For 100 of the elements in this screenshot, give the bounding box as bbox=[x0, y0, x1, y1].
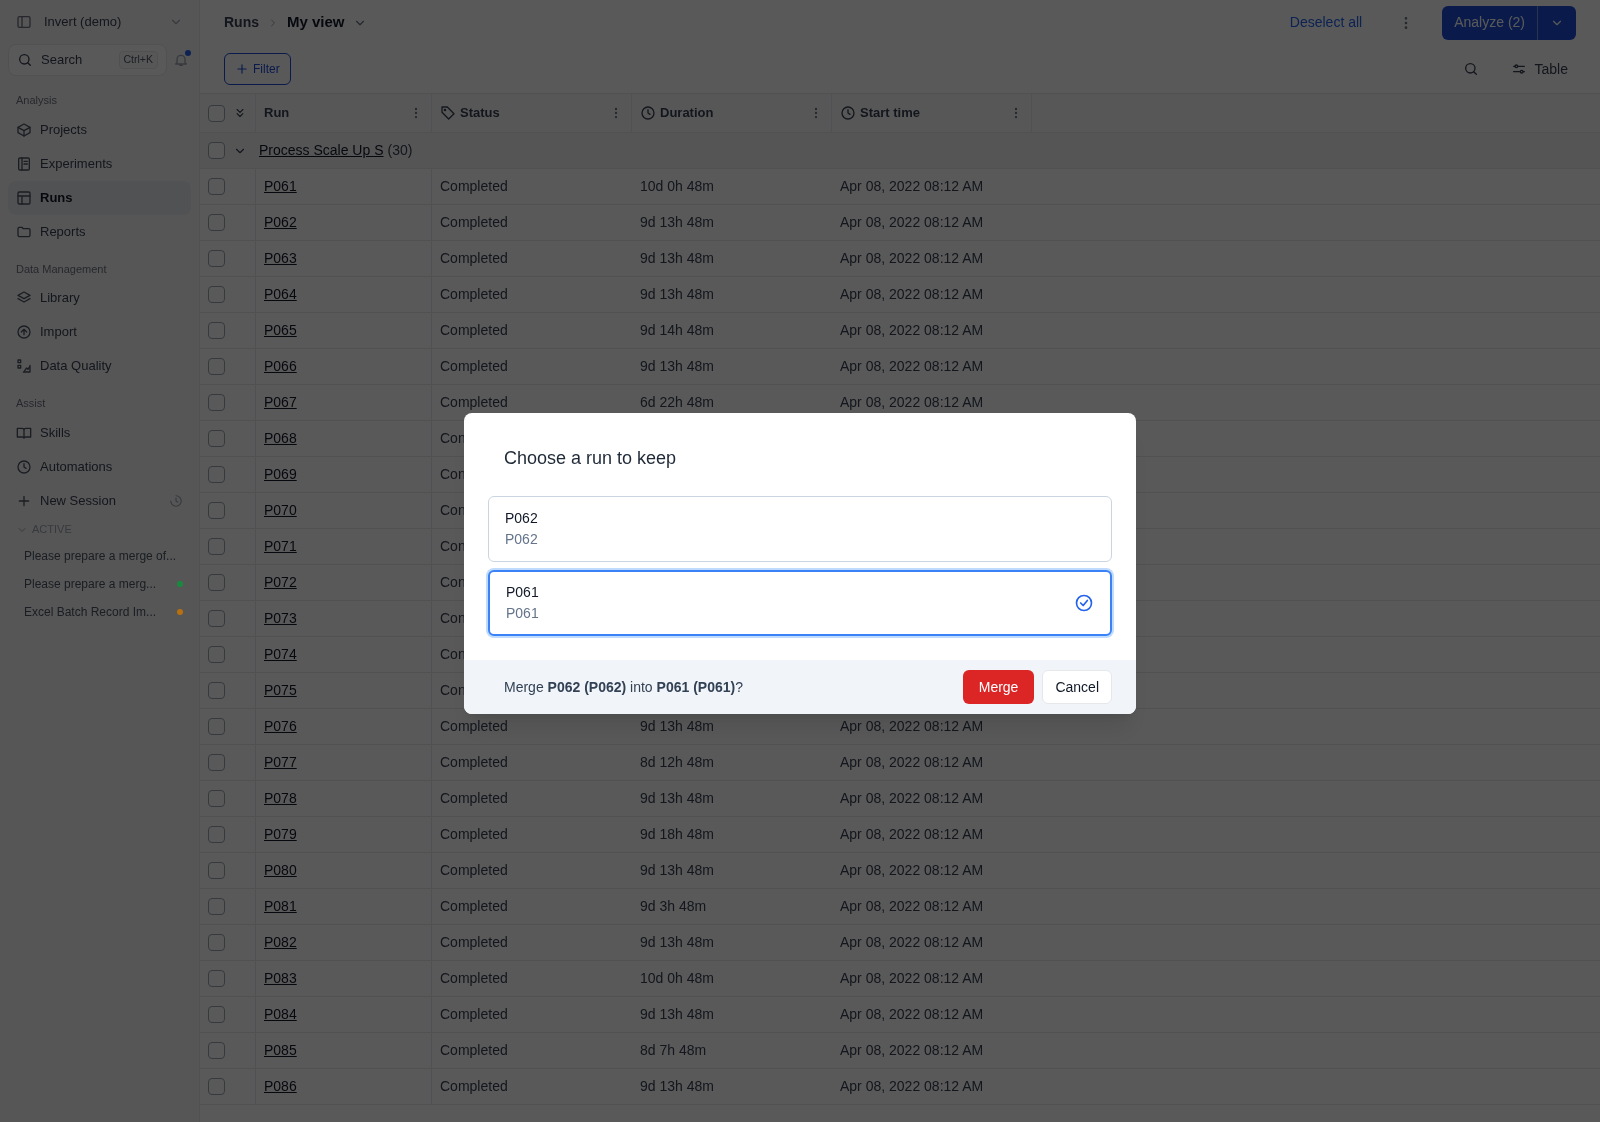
table-cell-text: 9d 13h 48m bbox=[640, 1005, 714, 1024]
run-link[interactable]: P077 bbox=[264, 752, 297, 773]
sidebar-item[interactable]: Runs bbox=[8, 180, 191, 215]
session-item[interactable]: Excel Batch Record Im... bbox=[24, 602, 169, 621]
column-header[interactable]: Duration bbox=[660, 103, 805, 123]
history-icon[interactable] bbox=[169, 493, 183, 508]
view-name[interactable]: My view bbox=[287, 11, 345, 34]
row-checkbox[interactable] bbox=[208, 898, 225, 915]
session-item[interactable]: Please prepare a merg... bbox=[24, 574, 169, 593]
row-checkbox[interactable] bbox=[208, 214, 225, 231]
session-item[interactable]: Please prepare a merge of... bbox=[24, 546, 183, 565]
run-link[interactable]: P082 bbox=[264, 932, 297, 953]
row-checkbox[interactable] bbox=[208, 934, 225, 951]
row-checkbox[interactable] bbox=[208, 1042, 225, 1059]
row-checkbox[interactable] bbox=[208, 1078, 225, 1095]
run-link[interactable]: P079 bbox=[264, 824, 297, 845]
run-link[interactable]: P061 bbox=[264, 176, 297, 197]
sidebar-item[interactable]: Experiments bbox=[8, 146, 191, 181]
run-link[interactable]: P070 bbox=[264, 500, 297, 521]
row-checkbox[interactable] bbox=[208, 790, 225, 807]
select-all-checkbox[interactable] bbox=[208, 104, 225, 122]
run-link[interactable]: P064 bbox=[264, 284, 297, 305]
run-link[interactable]: P071 bbox=[264, 536, 297, 557]
run-link[interactable]: P066 bbox=[264, 356, 297, 377]
clock-icon bbox=[640, 105, 656, 121]
run-link[interactable]: P086 bbox=[264, 1076, 297, 1097]
run-link[interactable]: P084 bbox=[264, 1004, 297, 1025]
row-checkbox[interactable] bbox=[208, 610, 225, 627]
row-checkbox[interactable] bbox=[208, 754, 225, 771]
row-checkbox[interactable] bbox=[208, 178, 225, 195]
run-link[interactable]: P063 bbox=[264, 248, 297, 269]
run-link[interactable]: P068 bbox=[264, 428, 297, 449]
table-cell-text: Apr 08, 2022 08:12 AM bbox=[840, 249, 984, 268]
group-link[interactable]: Process Scale Up S bbox=[259, 140, 384, 161]
workspace-name[interactable]: Invert (demo) bbox=[44, 12, 157, 32]
table-cell-text: Apr 08, 2022 08:12 AM bbox=[840, 753, 984, 772]
table-cell-text: 9d 13h 48m bbox=[640, 249, 714, 268]
run-link[interactable]: P074 bbox=[264, 644, 297, 665]
merge-button[interactable]: Merge bbox=[962, 670, 1035, 704]
run-option[interactable]: P061 P061 bbox=[488, 570, 1112, 636]
table-cell-text: Completed bbox=[440, 177, 508, 196]
sidebar-item[interactable]: Data Quality bbox=[8, 349, 191, 383]
table-cell-text: 9d 13h 48m bbox=[640, 285, 714, 304]
run-link[interactable]: P076 bbox=[264, 716, 297, 737]
run-link[interactable]: P081 bbox=[264, 896, 297, 917]
run-link[interactable]: P067 bbox=[264, 392, 297, 413]
run-option[interactable]: P062 P062 bbox=[488, 496, 1112, 562]
row-checkbox[interactable] bbox=[208, 718, 225, 735]
clock-icon bbox=[840, 105, 856, 121]
search-icon[interactable] bbox=[1462, 61, 1479, 77]
run-link[interactable]: P073 bbox=[264, 608, 297, 629]
row-checkbox[interactable] bbox=[208, 646, 225, 663]
table-cell-text: 9d 18h 48m bbox=[640, 825, 714, 844]
run-link[interactable]: P062 bbox=[264, 212, 297, 233]
column-header[interactable]: Start time bbox=[860, 103, 1005, 123]
sidebar-item[interactable]: Automations bbox=[8, 449, 191, 484]
row-checkbox[interactable] bbox=[208, 250, 225, 267]
run-link[interactable]: P080 bbox=[264, 860, 297, 881]
row-checkbox[interactable] bbox=[208, 682, 225, 699]
sidebar-toggle-icon[interactable] bbox=[16, 14, 32, 30]
sidebar-item[interactable]: Projects bbox=[8, 112, 191, 147]
row-checkbox[interactable] bbox=[208, 538, 225, 555]
run-link[interactable]: P072 bbox=[264, 572, 297, 593]
search-field[interactable]: Search Ctrl+K bbox=[8, 44, 167, 76]
expand-all-icon[interactable] bbox=[233, 106, 247, 120]
column-header[interactable]: Run bbox=[264, 103, 405, 123]
option-subtitle: P061 bbox=[506, 604, 540, 623]
row-checkbox[interactable] bbox=[208, 286, 225, 303]
filter-button[interactable]: Filter bbox=[224, 53, 291, 85]
deselect-all-button[interactable]: Deselect all bbox=[1281, 12, 1371, 33]
sidebar-item[interactable]: Library bbox=[8, 281, 191, 315]
row-checkbox[interactable] bbox=[208, 358, 225, 375]
breadcrumb-link[interactable]: Runs bbox=[224, 12, 259, 33]
row-checkbox[interactable] bbox=[208, 970, 225, 987]
table-cell-text: Completed bbox=[440, 213, 508, 232]
row-checkbox[interactable] bbox=[208, 466, 225, 483]
row-checkbox[interactable] bbox=[208, 1006, 225, 1023]
row-checkbox[interactable] bbox=[208, 574, 225, 591]
new-session-link[interactable]: New Session bbox=[40, 490, 161, 511]
row-checkbox[interactable] bbox=[208, 142, 225, 159]
row-checkbox[interactable] bbox=[208, 394, 225, 411]
run-link[interactable]: P075 bbox=[264, 680, 297, 701]
view-mode-button[interactable]: Table bbox=[1510, 58, 1568, 80]
row-checkbox[interactable] bbox=[208, 826, 225, 843]
run-link[interactable]: P083 bbox=[264, 968, 297, 989]
run-link[interactable]: P078 bbox=[264, 788, 297, 809]
row-checkbox[interactable] bbox=[208, 322, 225, 339]
sidebar-item[interactable]: Skills bbox=[8, 415, 191, 450]
sidebar-item[interactable]: Import bbox=[8, 315, 191, 349]
row-checkbox[interactable] bbox=[208, 862, 225, 879]
table-cell-text: Apr 08, 2022 08:12 AM bbox=[840, 1041, 984, 1060]
sidebar-item[interactable]: Reports bbox=[8, 214, 191, 249]
table-cell-text: Apr 08, 2022 08:12 AM bbox=[840, 789, 984, 808]
run-link[interactable]: P065 bbox=[264, 320, 297, 341]
run-link[interactable]: P085 bbox=[264, 1040, 297, 1061]
row-checkbox[interactable] bbox=[208, 430, 225, 447]
cancel-button[interactable]: Cancel bbox=[1042, 670, 1112, 704]
run-link[interactable]: P069 bbox=[264, 464, 297, 485]
column-header[interactable]: Status bbox=[460, 103, 605, 123]
row-checkbox[interactable] bbox=[208, 502, 225, 519]
